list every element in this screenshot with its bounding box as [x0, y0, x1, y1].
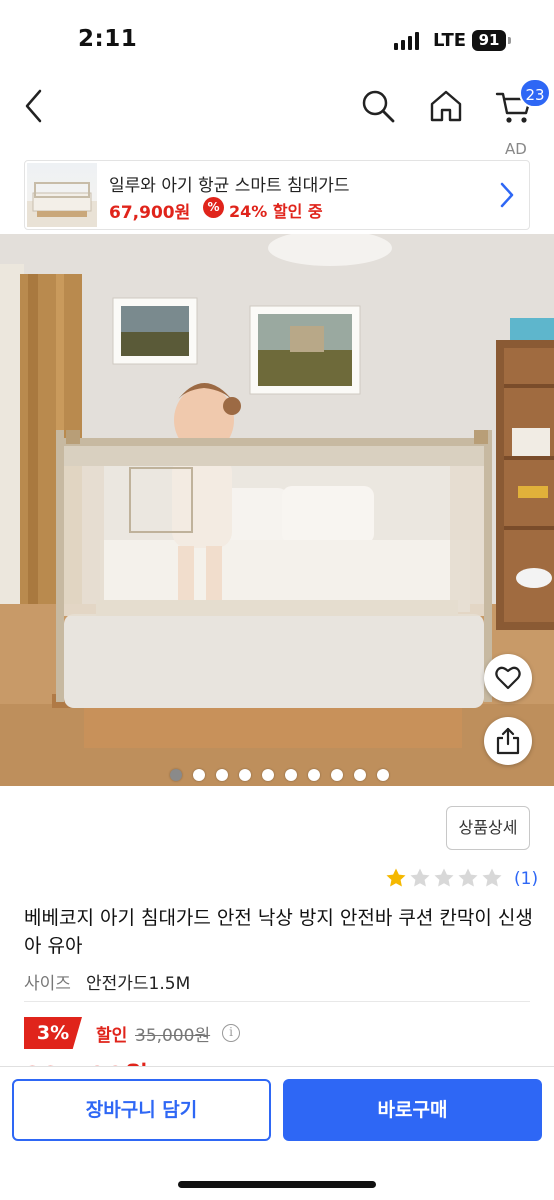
pagination-dot[interactable]	[239, 769, 251, 781]
option-value: 안전가드1.5M	[86, 974, 191, 994]
ad-price: 67,900원	[109, 203, 191, 223]
pagination-dot[interactable]	[285, 769, 297, 781]
product-title: 베베코지 아기 침대가드 안전 낙상 방지 안전바 쿠션 칸막이 신생아 유아	[24, 907, 533, 957]
back-chevron-icon[interactable]	[18, 86, 52, 126]
ad-thumbnail	[27, 163, 97, 227]
pagination-dot[interactable]	[170, 769, 182, 781]
like-button[interactable]	[484, 654, 532, 702]
ad-title: 일루와 아기 항균 스마트 침대가드	[109, 176, 350, 196]
divider	[24, 1001, 530, 1002]
review-count[interactable]: (1)	[514, 869, 538, 889]
rating-stars[interactable]	[385, 867, 503, 889]
network-label: LTE	[433, 30, 467, 51]
image-pagination[interactable]	[170, 769, 389, 781]
star-icon	[386, 868, 406, 887]
share-icon	[496, 727, 520, 755]
pagination-dot[interactable]	[331, 769, 343, 781]
star-icon	[482, 868, 502, 887]
pagination-dot[interactable]	[262, 769, 274, 781]
bottom-action-bar: 장바구니 담기 바로구매	[0, 1066, 554, 1200]
cart-count-badge: 23	[519, 78, 551, 108]
option-label: 사이즈	[24, 974, 71, 994]
share-button[interactable]	[484, 717, 532, 765]
buy-now-button[interactable]: 바로구매	[283, 1079, 542, 1141]
status-time: 2:11	[78, 26, 138, 52]
original-price: 35,000원	[135, 1026, 211, 1046]
product-detail-button[interactable]: 상품상세	[446, 806, 530, 850]
star-icon	[458, 868, 478, 887]
pagination-dot[interactable]	[308, 769, 320, 781]
heart-icon	[495, 666, 521, 690]
ad-banner[interactable]: 일루와 아기 항균 스마트 침대가드 67,900원 % 24% 할인 중	[24, 160, 530, 230]
search-icon[interactable]	[360, 88, 396, 124]
sale-label: 할인	[96, 1026, 128, 1046]
star-icon	[434, 868, 454, 887]
battery-tip	[508, 37, 511, 44]
pagination-dot[interactable]	[377, 769, 389, 781]
ad-tag: AD	[505, 140, 527, 158]
ad-discount-text: 24% 할인 중	[229, 202, 323, 221]
star-icon	[410, 868, 430, 887]
pagination-dot[interactable]	[354, 769, 366, 781]
add-to-cart-button[interactable]: 장바구니 담기	[12, 1079, 271, 1141]
product-image[interactable]	[0, 234, 554, 786]
discount-rate-badge: 3%	[24, 1017, 82, 1049]
signal-icon	[394, 32, 419, 50]
pagination-dot[interactable]	[216, 769, 228, 781]
discount-icon: %	[203, 197, 224, 218]
home-indicator	[178, 1181, 376, 1188]
status-bar: 2:11 LTE 91	[0, 0, 554, 80]
home-icon[interactable]	[428, 88, 464, 124]
pagination-dot[interactable]	[193, 769, 205, 781]
chevron-right-icon[interactable]	[497, 181, 517, 209]
battery-icon: 91	[472, 30, 506, 51]
info-icon[interactable]: i	[222, 1024, 240, 1042]
